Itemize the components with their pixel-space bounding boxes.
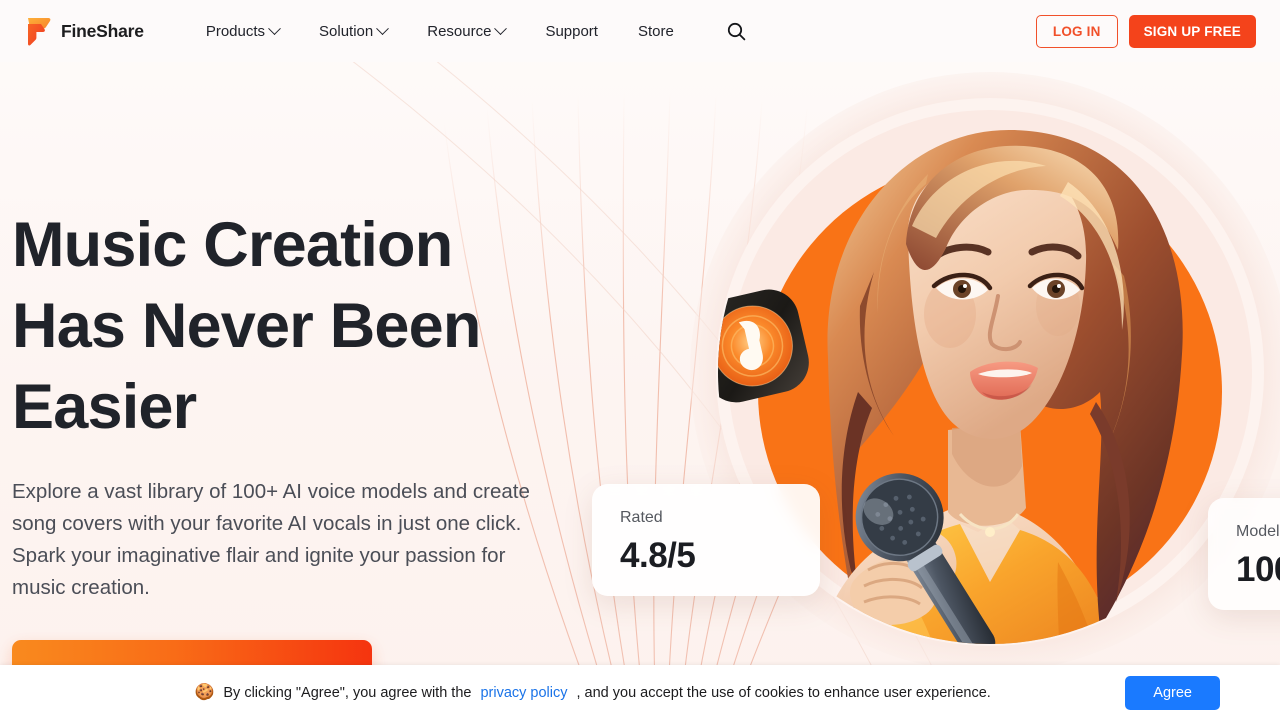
search-icon <box>728 22 746 40</box>
chevron-down-icon <box>268 21 281 35</box>
nav-item-solution[interactable]: Solution <box>299 11 407 51</box>
stat-card-rated: Rated 4.8/5 <box>592 484 820 596</box>
nav-item-store[interactable]: Store <box>618 11 694 51</box>
cookie-message: 🍪 By clicking "Agree", you agree with th… <box>0 683 1125 701</box>
cookie-text-after: , and you accept the use of cookies to e… <box>576 684 991 701</box>
cookie-text-before: By clicking "Agree", you agree with the <box>223 684 472 701</box>
stat-value-rated: 4.8/5 <box>620 536 696 575</box>
stat-value-models: 100+ <box>1236 550 1280 589</box>
hero-title-line-3: Easier <box>12 372 197 442</box>
brand-logo[interactable]: FineShare <box>24 16 144 46</box>
nav-label-solution: Solution <box>319 22 374 40</box>
stat-label-rated: Rated <box>620 509 663 526</box>
signup-button[interactable]: SIGN UP FREE <box>1128 14 1256 48</box>
stat-label-models: Models <box>1236 523 1280 540</box>
cookie-consent-banner: 🍪 By clicking "Agree", you agree with th… <box>0 665 1280 720</box>
chevron-down-icon <box>376 21 390 35</box>
hero-title-line-1: Music Creation <box>12 210 453 280</box>
nav-label-resource: Resource <box>427 22 492 40</box>
brand-name: FineShare <box>61 20 144 41</box>
hero-subtitle: Explore a vast library of 100+ AI voice … <box>12 480 530 599</box>
nav-item-support[interactable]: Support <box>525 11 618 51</box>
privacy-policy-link[interactable]: privacy policy <box>480 685 567 701</box>
header-actions: LOG IN SIGN UP FREE <box>1035 14 1256 48</box>
nav-label-store: Store <box>637 22 674 40</box>
nav-item-products[interactable]: Products <box>186 11 299 51</box>
cookie-icon: 🍪 <box>194 683 215 701</box>
search-button[interactable] <box>722 16 752 46</box>
nav-label-support: Support <box>545 22 598 40</box>
stat-card-models: Models 100+ <box>1208 498 1280 610</box>
hero-section: Music Creation Has Never Been Easier Exp… <box>12 205 572 696</box>
page-title: Music Creation Has Never Been Easier <box>12 205 572 448</box>
nav-item-resource[interactable]: Resource <box>407 11 525 51</box>
hero-title-line-2: Has Never Been <box>12 291 481 361</box>
login-button[interactable]: LOG IN <box>1035 14 1118 48</box>
fineshare-speech-bubble-logo-icon <box>24 16 52 46</box>
chevron-down-icon <box>494 21 508 35</box>
nav-label-products: Products <box>205 22 266 40</box>
site-header: FineShare Products Solution Resource Sup… <box>0 0 1280 62</box>
agree-button[interactable]: Agree <box>1125 675 1220 710</box>
landing-page: FineShare Products Solution Resource Sup… <box>0 0 1280 720</box>
main-navigation: Products Solution Resource Support Store <box>186 11 694 51</box>
